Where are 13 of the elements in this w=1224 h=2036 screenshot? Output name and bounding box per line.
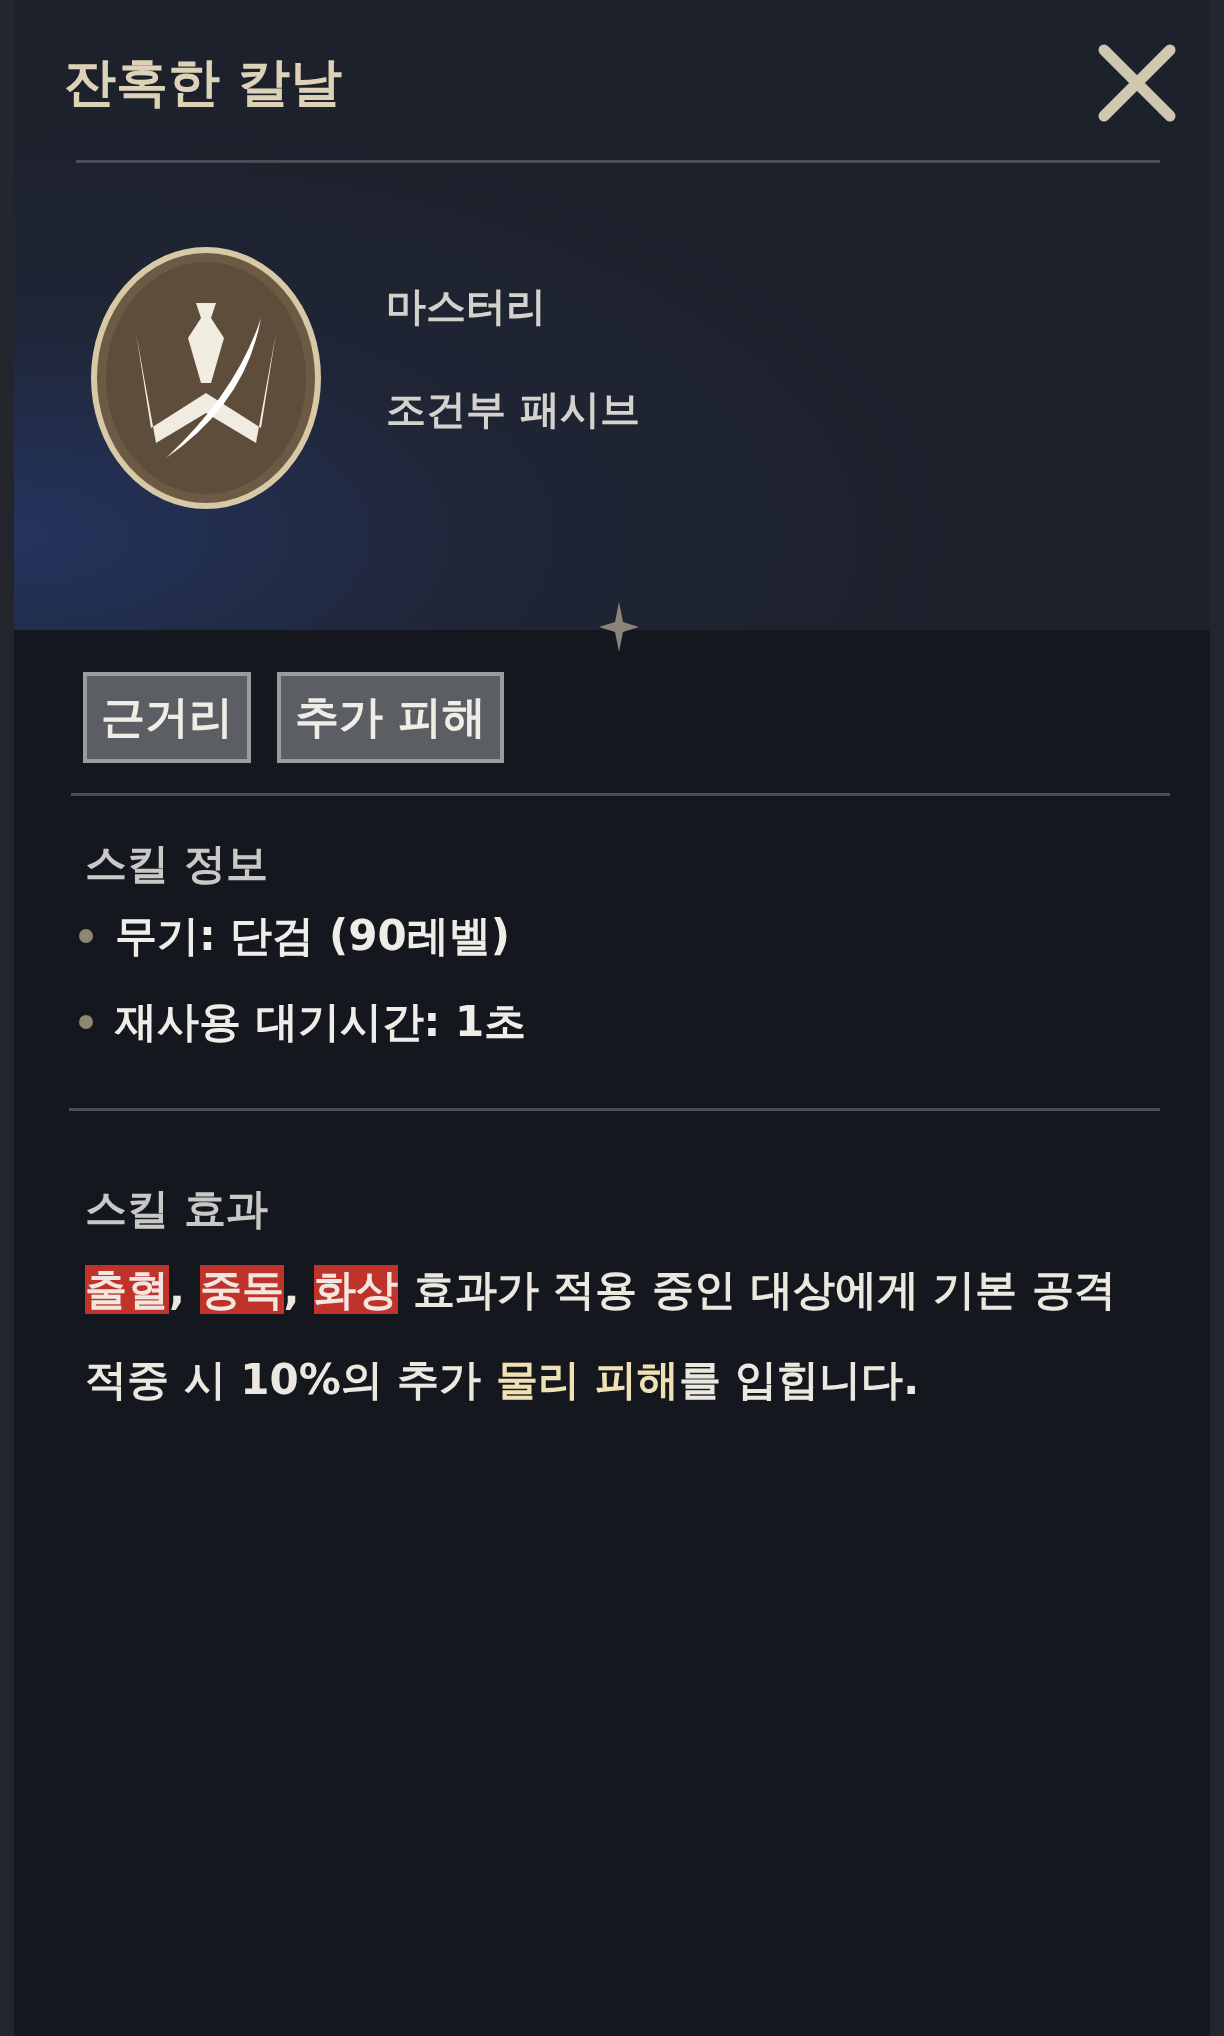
effect-description: 출혈, 중독, 화상 효과가 적용 중인 대상에게 기본 공격 적중 시 10%의 추가 물리 피해를 입힙니다. xyxy=(85,1264,1117,1406)
skill-tag: 근거리 xyxy=(83,672,251,763)
skill-tag: 추가 피해 xyxy=(277,672,505,763)
skill-title: 잔혹한 칼날 xyxy=(64,51,343,114)
skill-type: 마스터리 xyxy=(386,282,547,331)
ornament-icon xyxy=(599,602,639,652)
section-heading: 스킬 효과 xyxy=(85,1183,269,1235)
section-heading: 스킬 정보 xyxy=(85,838,269,890)
info-item: 재사용 대기시간: 1초 xyxy=(115,996,527,1048)
bullet-icon xyxy=(79,929,93,943)
info-item: 무기: 단검 (90레벨) xyxy=(115,910,510,962)
skill-subtype: 조건부 패시브 xyxy=(386,385,640,434)
bullet-icon xyxy=(79,1015,93,1029)
